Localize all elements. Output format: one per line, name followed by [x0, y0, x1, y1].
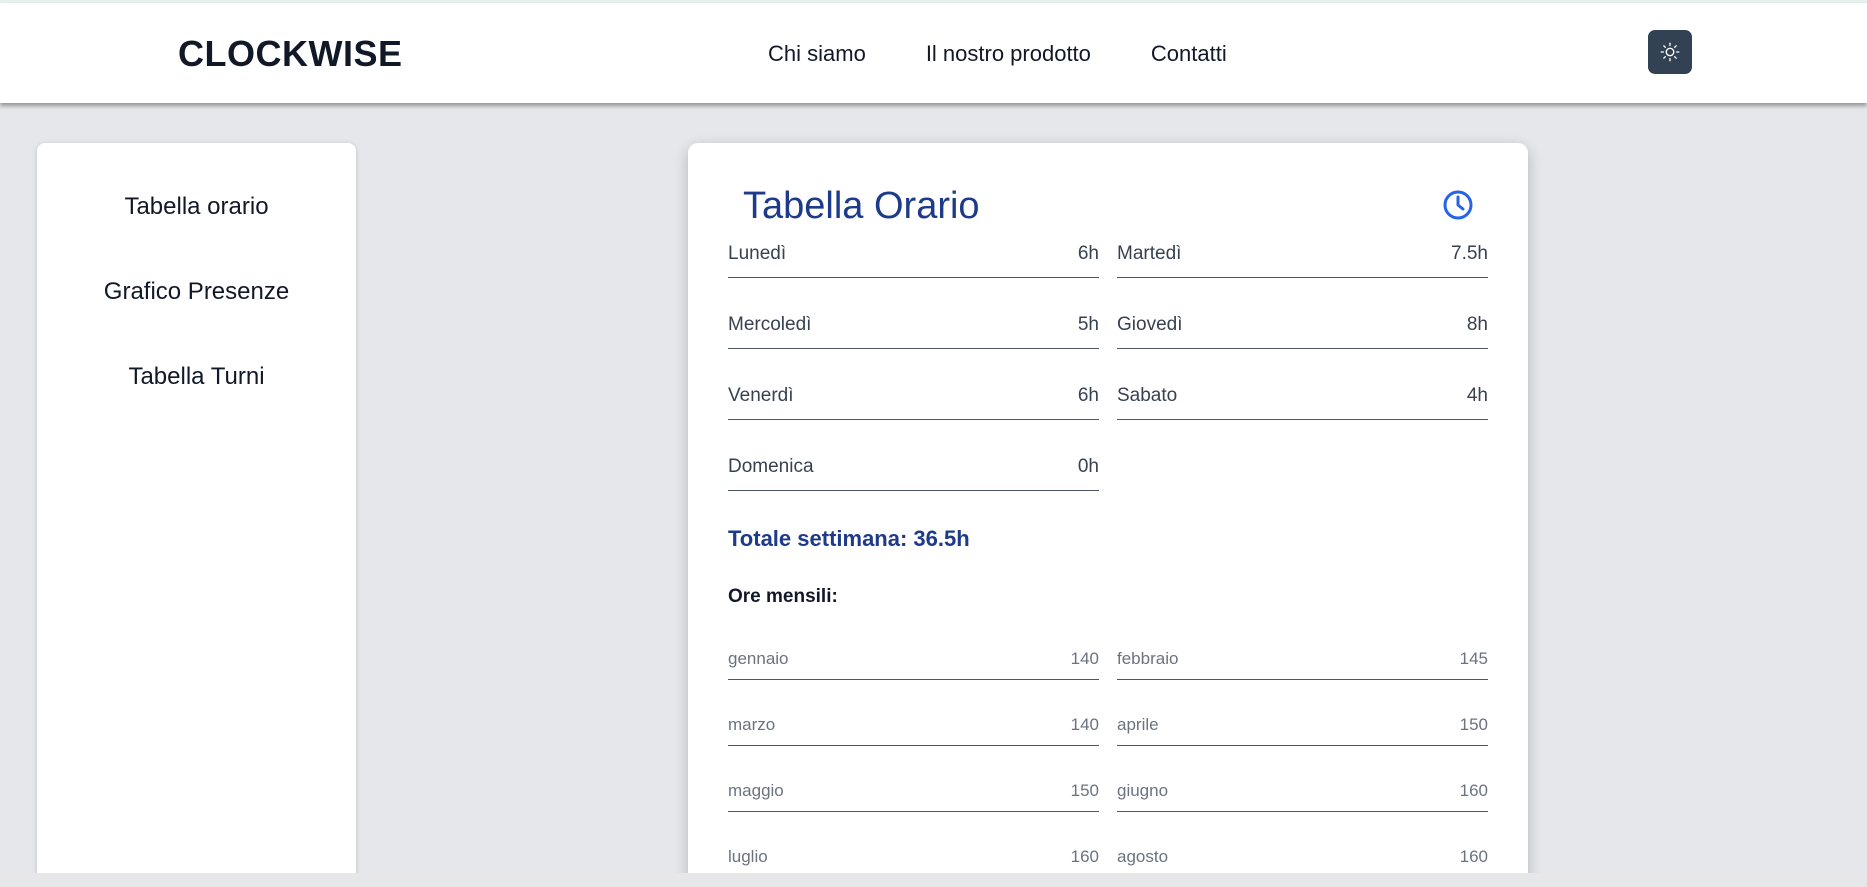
- day-row-venerdi: Venerdì 6h: [728, 385, 1099, 420]
- month-row-aprile: aprile 150: [1117, 715, 1488, 746]
- month-hours: 150: [1459, 715, 1488, 734]
- month-label: giugno: [1117, 781, 1169, 800]
- sidebar-item-tabella-turni[interactable]: Tabella Turni: [37, 363, 356, 391]
- month-label: luglio: [728, 847, 768, 866]
- day-row-giovedi: Giovedì 8h: [1117, 314, 1488, 349]
- month-hours: 145: [1459, 649, 1488, 668]
- sidebar: Tabella orario Grafico Presenze Tabella …: [37, 143, 356, 887]
- day-label: Lunedì: [728, 243, 787, 264]
- month-hours: 140: [1070, 649, 1099, 668]
- day-hours: 4h: [1466, 385, 1488, 406]
- day-label: Sabato: [1117, 385, 1178, 406]
- clock-icon: [1443, 190, 1473, 220]
- day-row-martedi: Martedì 7.5h: [1117, 243, 1488, 278]
- schedule-card: Tabella Orario Lunedì 6h Martedì 7.5h Me…: [688, 143, 1528, 887]
- nav-link-prodotto[interactable]: Il nostro prodotto: [926, 41, 1091, 67]
- navbar: CLOCKWISE Chi siamo Il nostro prodotto C…: [0, 3, 1867, 103]
- main-nav: Chi siamo Il nostro prodotto Contatti: [768, 41, 1227, 67]
- day-row-domenica: Domenica 0h: [728, 456, 1099, 491]
- weekly-total: Totale settimana: 36.5h: [728, 526, 970, 551]
- day-row-sabato: Sabato 4h: [1117, 385, 1488, 420]
- sidebar-item-grafico-presenze[interactable]: Grafico Presenze: [37, 278, 356, 306]
- day-hours: 6h: [1077, 385, 1099, 406]
- month-label: agosto: [1117, 847, 1169, 866]
- month-label: gennaio: [728, 649, 789, 668]
- month-hours: 160: [1459, 781, 1488, 800]
- monthly-hours-heading: Ore mensili:: [728, 586, 838, 607]
- month-row-gennaio: gennaio 140: [728, 649, 1099, 680]
- sun-icon: [1660, 42, 1680, 62]
- day-row-lunedi: Lunedì 6h: [728, 243, 1099, 278]
- nav-link-contatti[interactable]: Contatti: [1151, 41, 1227, 67]
- day-hours: 7.5h: [1451, 243, 1488, 264]
- day-row-mercoledi: Mercoledì 5h: [728, 314, 1099, 349]
- day-label: Martedì: [1117, 243, 1182, 264]
- day-label: Mercoledì: [728, 314, 812, 335]
- month-row-febbraio: febbraio 145: [1117, 649, 1488, 680]
- theme-toggle-button[interactable]: [1648, 30, 1692, 74]
- month-hours: 140: [1070, 715, 1099, 734]
- day-hours: 6h: [1077, 243, 1099, 264]
- day-hours: 8h: [1466, 314, 1488, 335]
- month-label: febbraio: [1117, 649, 1179, 668]
- page-title: Tabella Orario: [743, 185, 980, 227]
- month-label: aprile: [1117, 715, 1159, 734]
- day-hours: 5h: [1077, 314, 1099, 335]
- os-taskbar: [0, 873, 1867, 887]
- month-label: marzo: [728, 715, 776, 734]
- sidebar-item-tabella-orario[interactable]: Tabella orario: [37, 193, 356, 221]
- month-row-marzo: marzo 140: [728, 715, 1099, 746]
- day-label: Venerdì: [728, 385, 794, 406]
- brand-logo[interactable]: CLOCKWISE: [178, 33, 403, 75]
- month-hours: 160: [1459, 847, 1488, 866]
- month-hours: 160: [1070, 847, 1099, 866]
- month-hours: 150: [1070, 781, 1099, 800]
- nav-link-chi-siamo[interactable]: Chi siamo: [768, 41, 866, 67]
- day-label: Giovedì: [1117, 314, 1183, 335]
- month-label: maggio: [728, 781, 784, 800]
- month-row-maggio: maggio 150: [728, 781, 1099, 812]
- day-label: Domenica: [728, 456, 814, 477]
- day-hours: 0h: [1077, 456, 1099, 477]
- month-row-giugno: giugno 160: [1117, 781, 1488, 812]
